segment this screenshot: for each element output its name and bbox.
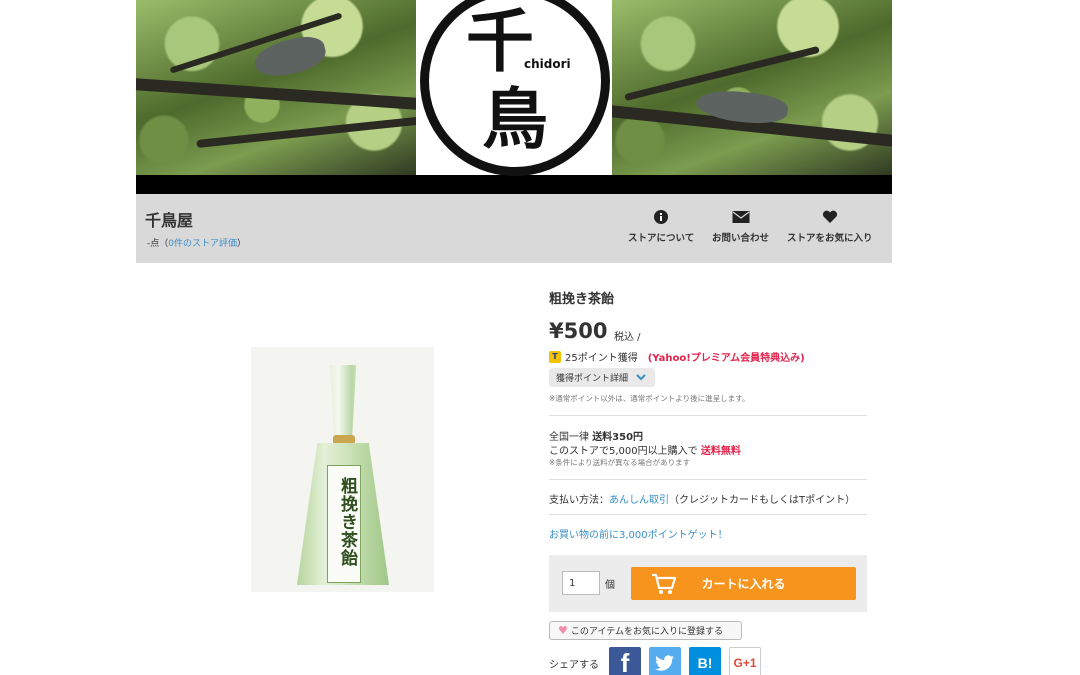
divider xyxy=(549,514,867,515)
info-icon xyxy=(654,210,669,224)
logo-char-bottom: 鳥 xyxy=(482,80,548,158)
free-shipping-label: 送料無料 xyxy=(700,446,741,457)
add-to-cart-label: カートに入れる xyxy=(701,577,786,591)
quantity-input[interactable] xyxy=(562,571,600,595)
product-title: 粗挽き茶飴 xyxy=(549,292,615,307)
facebook-icon: f xyxy=(620,647,630,675)
heart-icon xyxy=(822,210,837,223)
store-favorite-label: ストアをお気に入り xyxy=(787,233,873,244)
store-contact-label: お問い合わせ xyxy=(712,233,770,244)
product-price: ¥500 xyxy=(549,319,608,343)
banner-photo-left xyxy=(136,0,416,175)
shipping-note: ※条件により送料が異なる場合があります xyxy=(549,458,691,467)
facebook-share-button[interactable]: f xyxy=(609,647,641,675)
store-about-button[interactable]: ストアについて xyxy=(628,210,694,244)
store-contact-button[interactable]: お問い合わせ xyxy=(712,210,769,244)
package-label-text: 粗挽き茶飴 xyxy=(337,477,357,567)
divider xyxy=(549,415,867,416)
twitter-icon xyxy=(655,654,674,671)
points-detail-label: 獲得ポイント詳細 xyxy=(556,374,629,384)
free-shipping-prefix: このストアで5,000円以上購入で xyxy=(549,446,698,457)
tpoint-icon: T xyxy=(549,350,561,363)
points-premium-note: (Yahoo!プレミアム会員特典込み) xyxy=(647,353,805,364)
chevron-down-icon xyxy=(636,374,646,381)
quantity-unit: 個 xyxy=(605,580,615,591)
cart-box: 個 カートに入れる xyxy=(549,555,867,612)
heart-icon: ♥ xyxy=(558,624,568,637)
store-banner: 千 chidori 鳥 xyxy=(136,0,892,194)
points-earned: 25ポイント獲得 xyxy=(565,353,638,364)
store-rating: -点（0件のストア評価） xyxy=(147,236,246,249)
payment-method: 支払い方法：あんしん取引（クレジットカードもしくはTポイント） xyxy=(549,491,855,506)
store-logo: 千 chidori 鳥 xyxy=(416,0,612,176)
divider xyxy=(549,479,867,480)
mail-icon xyxy=(732,211,749,223)
points-detail-toggle[interactable]: 獲得ポイント詳細 xyxy=(549,368,655,387)
free-shipping-condition: このストアで5,000円以上購入で 送料無料 xyxy=(549,442,741,457)
store-about-label: ストアについて xyxy=(628,233,695,244)
store-name[interactable]: 千鳥屋 xyxy=(145,207,193,231)
twitter-share-button[interactable] xyxy=(649,647,681,675)
hatena-bookmark-button[interactable]: B! xyxy=(689,647,721,675)
banner-photo-right xyxy=(612,0,892,175)
shipping-fee: 全国一律 送料350円 xyxy=(549,428,643,443)
rating-suffix: ） xyxy=(236,239,246,249)
points-row: T 25ポイント獲得 (Yahoo!プレミアム会員特典込み) xyxy=(549,349,805,364)
store-review-link[interactable]: 0件のストア評価 xyxy=(168,239,237,249)
googleplus-icon: G+1 xyxy=(733,656,757,670)
store-favorite-button[interactable]: ストアをお気に入り xyxy=(787,210,873,244)
payment-suffix: （クレジットカードもしくはTポイント） xyxy=(669,495,856,506)
product-image[interactable]: 粗挽き茶飴 xyxy=(251,347,434,592)
points-promo-link[interactable]: お買い物の前に3,000ポイントゲット！ xyxy=(549,526,728,541)
cart-icon xyxy=(652,573,677,594)
hatena-icon: B! xyxy=(697,655,713,671)
share-label: シェアする xyxy=(549,660,599,671)
add-to-favorites-button[interactable]: ♥ このアイテムをお気に入りに登録する xyxy=(549,621,742,640)
add-to-cart-button[interactable]: カートに入れる xyxy=(631,567,856,600)
store-header: 千鳥屋 -点（0件のストア評価） ストアについて お問い合わせ ストアをお気に入… xyxy=(136,194,892,263)
logo-romaji: chidori xyxy=(524,57,571,71)
rating-score: -点（ xyxy=(147,239,169,249)
product-package: 粗挽き茶飴 xyxy=(297,365,389,585)
payment-link[interactable]: あんしん取引 xyxy=(609,495,669,506)
googleplus-share-button[interactable]: G+1 xyxy=(729,647,761,675)
payment-label: 支払い方法： xyxy=(549,495,609,506)
tax-note: 税込 / xyxy=(614,332,641,343)
points-note: ※通常ポイント以外は、通常ポイントより後に進呈します。 xyxy=(549,394,750,403)
add-to-favorites-label: このアイテムをお気に入りに登録する xyxy=(570,627,723,637)
